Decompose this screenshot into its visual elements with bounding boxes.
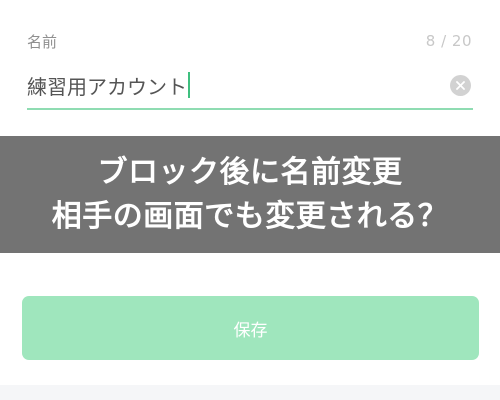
clear-input-button[interactable] bbox=[450, 74, 471, 96]
character-counter: 8 / 20 bbox=[425, 32, 472, 50]
caption-line-2: 相手の画面でも変更される？ bbox=[51, 198, 449, 234]
edit-name-screen: 名前 8 / 20 練習用アカウント ブロック後に名前変更 相手の画面でも変更さ… bbox=[0, 0, 500, 400]
bottom-divider-strip bbox=[0, 385, 500, 400]
name-field-label: 名前 bbox=[27, 32, 58, 51]
name-input-value: 練習用アカウント bbox=[27, 74, 187, 99]
name-input[interactable]: 練習用アカウント bbox=[27, 71, 450, 100]
caption-overlay: ブロック後に名前変更 相手の画面でも変更される？ bbox=[0, 136, 500, 253]
name-field-header: 名前 8 / 20 bbox=[27, 30, 472, 52]
save-button[interactable]: 保存 bbox=[22, 296, 479, 360]
close-icon bbox=[456, 80, 465, 90]
name-input-row[interactable]: 練習用アカウント bbox=[27, 62, 473, 110]
caption-line-1: ブロック後に名前変更 bbox=[97, 154, 403, 190]
text-caret bbox=[188, 72, 190, 98]
